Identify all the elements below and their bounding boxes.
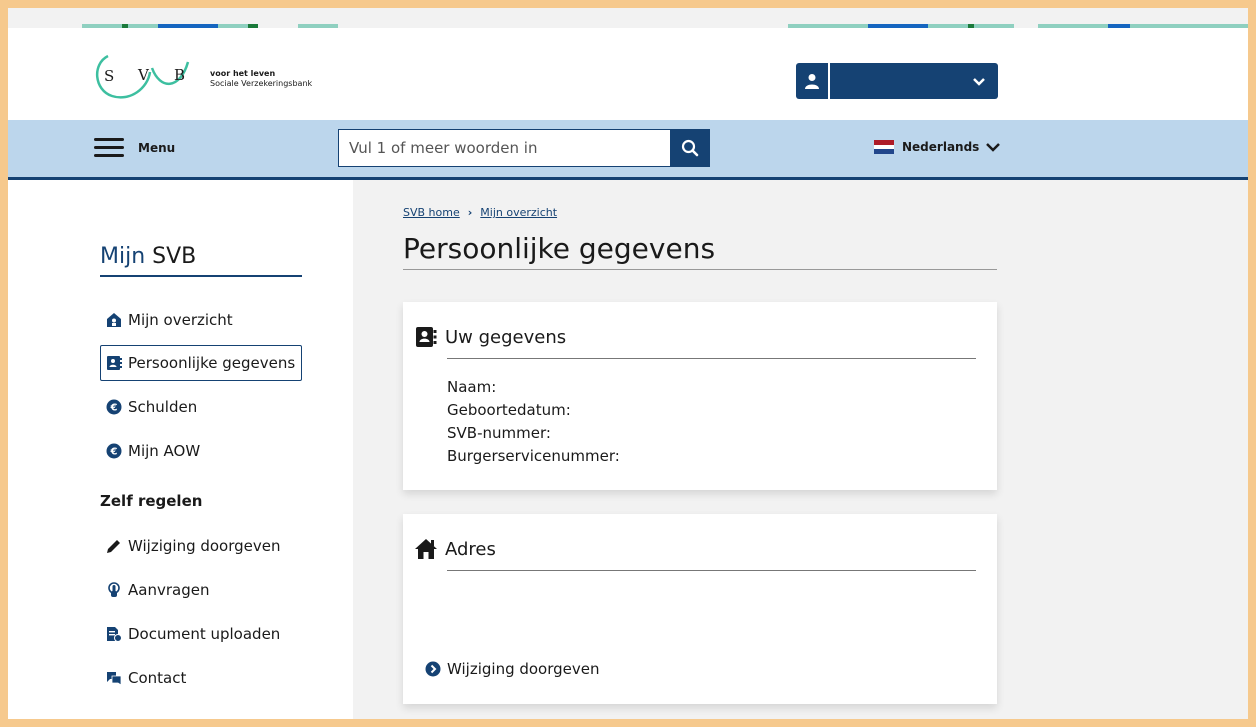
breadcrumb-link-mijn-overzicht[interactable]: Mijn overzicht (480, 206, 557, 219)
sidebar-action-label: Document uploaden (128, 625, 281, 643)
sidebar-action-label: Aanvragen (128, 581, 210, 599)
sidebar-item-label: Mijn overzicht (128, 311, 233, 329)
card-divider (447, 570, 976, 571)
user-icon (796, 63, 830, 99)
chevron-down-icon (973, 78, 985, 86)
sidebar-action-contact[interactable]: Contact (100, 660, 187, 696)
breadcrumb: SVB home › Mijn overzicht (403, 206, 557, 219)
user-menu-button[interactable] (796, 63, 998, 99)
euro-circle-icon: € (106, 443, 122, 459)
page-title-underline (403, 269, 997, 270)
svg-text:€: € (110, 403, 118, 414)
card-adres: Adres Wijziging doorgeven (403, 514, 997, 704)
sidebar-item-mijn-aow[interactable]: € Mijn AOW (100, 433, 201, 469)
sidebar-title-underline (100, 275, 302, 277)
card-header: Uw gegevens (415, 326, 566, 348)
sidebar-action-aanvragen[interactable]: Aanvragen (100, 572, 210, 608)
hamburger-icon (94, 138, 124, 158)
card-title: Adres (445, 538, 496, 560)
site-header: S V B voor het leven Sociale Verzekering… (8, 28, 1248, 120)
language-label: Nederlands (902, 140, 980, 154)
card-uw-gegevens: Uw gegevens Naam: Geboortedatum: SVB-num… (403, 302, 997, 490)
card-title: Uw gegevens (445, 326, 567, 348)
search-bar (338, 129, 712, 167)
language-selector[interactable]: Nederlands (874, 140, 1001, 155)
breadcrumb-separator-icon: › (467, 206, 473, 219)
sidebar-action-label: Wijziging doorgeven (128, 537, 281, 555)
card-divider (447, 358, 976, 359)
field-geboortedatum: Geboortedatum: (447, 401, 571, 419)
address-book-icon (106, 355, 122, 371)
chevron-down-icon (986, 143, 1001, 152)
search-input[interactable] (338, 129, 670, 167)
sidebar-title: Mijn SVB (100, 244, 196, 269)
home-icon (106, 312, 122, 328)
sidebar-item-label: Persoonlijke gegevens (128, 354, 296, 372)
sidebar-item-label: Mijn AOW (128, 442, 201, 460)
sidebar-item-label: Schulden (128, 398, 198, 416)
sidebar-title-suffix: SVB (152, 244, 197, 269)
field-svb-nummer: SVB-nummer: (447, 424, 551, 442)
sidebar-title-prefix: Mijn (100, 244, 146, 269)
breadcrumb-link-home[interactable]: SVB home (403, 206, 460, 219)
document-upload-icon (106, 626, 122, 642)
sidebar-item-persoonlijke-gegevens[interactable]: Persoonlijke gegevens (100, 345, 302, 381)
main-content: SVB home › Mijn overzicht Persoonlijke g… (353, 180, 1248, 719)
section-heading-zelf-regelen: Zelf regelen (100, 492, 203, 510)
menu-button[interactable]: Menu (94, 138, 175, 158)
flag-nl-icon (874, 140, 894, 155)
home-icon (415, 538, 437, 560)
field-burgerservicenummer: Burgerservicenummer: (447, 447, 620, 465)
sidebar: Mijn SVB Mijn overzicht Persoonlijke geg… (8, 180, 353, 719)
sidebar-item-schulden[interactable]: € Schulden (100, 389, 198, 425)
svb-logo[interactable]: S V B voor het leven Sociale Verzekering… (90, 50, 350, 102)
hand-pointer-icon (106, 582, 122, 598)
logo-tagline: Sociale Verzekeringsbank (210, 79, 313, 88)
sidebar-action-document-uploaden[interactable]: Document uploaden (100, 616, 281, 652)
sidebar-item-mijn-overzicht[interactable]: Mijn overzicht (100, 302, 234, 338)
pencil-icon (106, 538, 122, 554)
search-button[interactable] (670, 129, 710, 167)
logo-letter-v: V (138, 66, 149, 84)
svg-text:€: € (110, 447, 118, 458)
card-header: Adres (415, 538, 496, 560)
sidebar-action-wijziging-doorgeven[interactable]: Wijziging doorgeven (100, 528, 282, 564)
link-label: Wijziging doorgeven (447, 660, 600, 678)
euro-circle-icon: € (106, 399, 122, 415)
logo-tagline-bold: voor het leven (210, 69, 276, 78)
main-navbar: Menu Nederlands (8, 120, 1248, 180)
sidebar-action-label: Contact (128, 669, 187, 687)
page-title: Persoonlijke gegevens (403, 232, 716, 265)
logo-letter-s: S (104, 67, 115, 85)
menu-label: Menu (138, 141, 176, 155)
chat-icon (106, 670, 122, 686)
address-book-icon (415, 326, 437, 348)
logo-letter-b: B (174, 66, 186, 84)
page-frame: S V B voor het leven Sociale Verzekering… (8, 8, 1248, 719)
field-naam: Naam: (447, 378, 497, 396)
chevron-circle-right-icon (425, 661, 441, 677)
search-icon (681, 139, 699, 157)
wijziging-doorgeven-link[interactable]: Wijziging doorgeven (425, 660, 600, 678)
